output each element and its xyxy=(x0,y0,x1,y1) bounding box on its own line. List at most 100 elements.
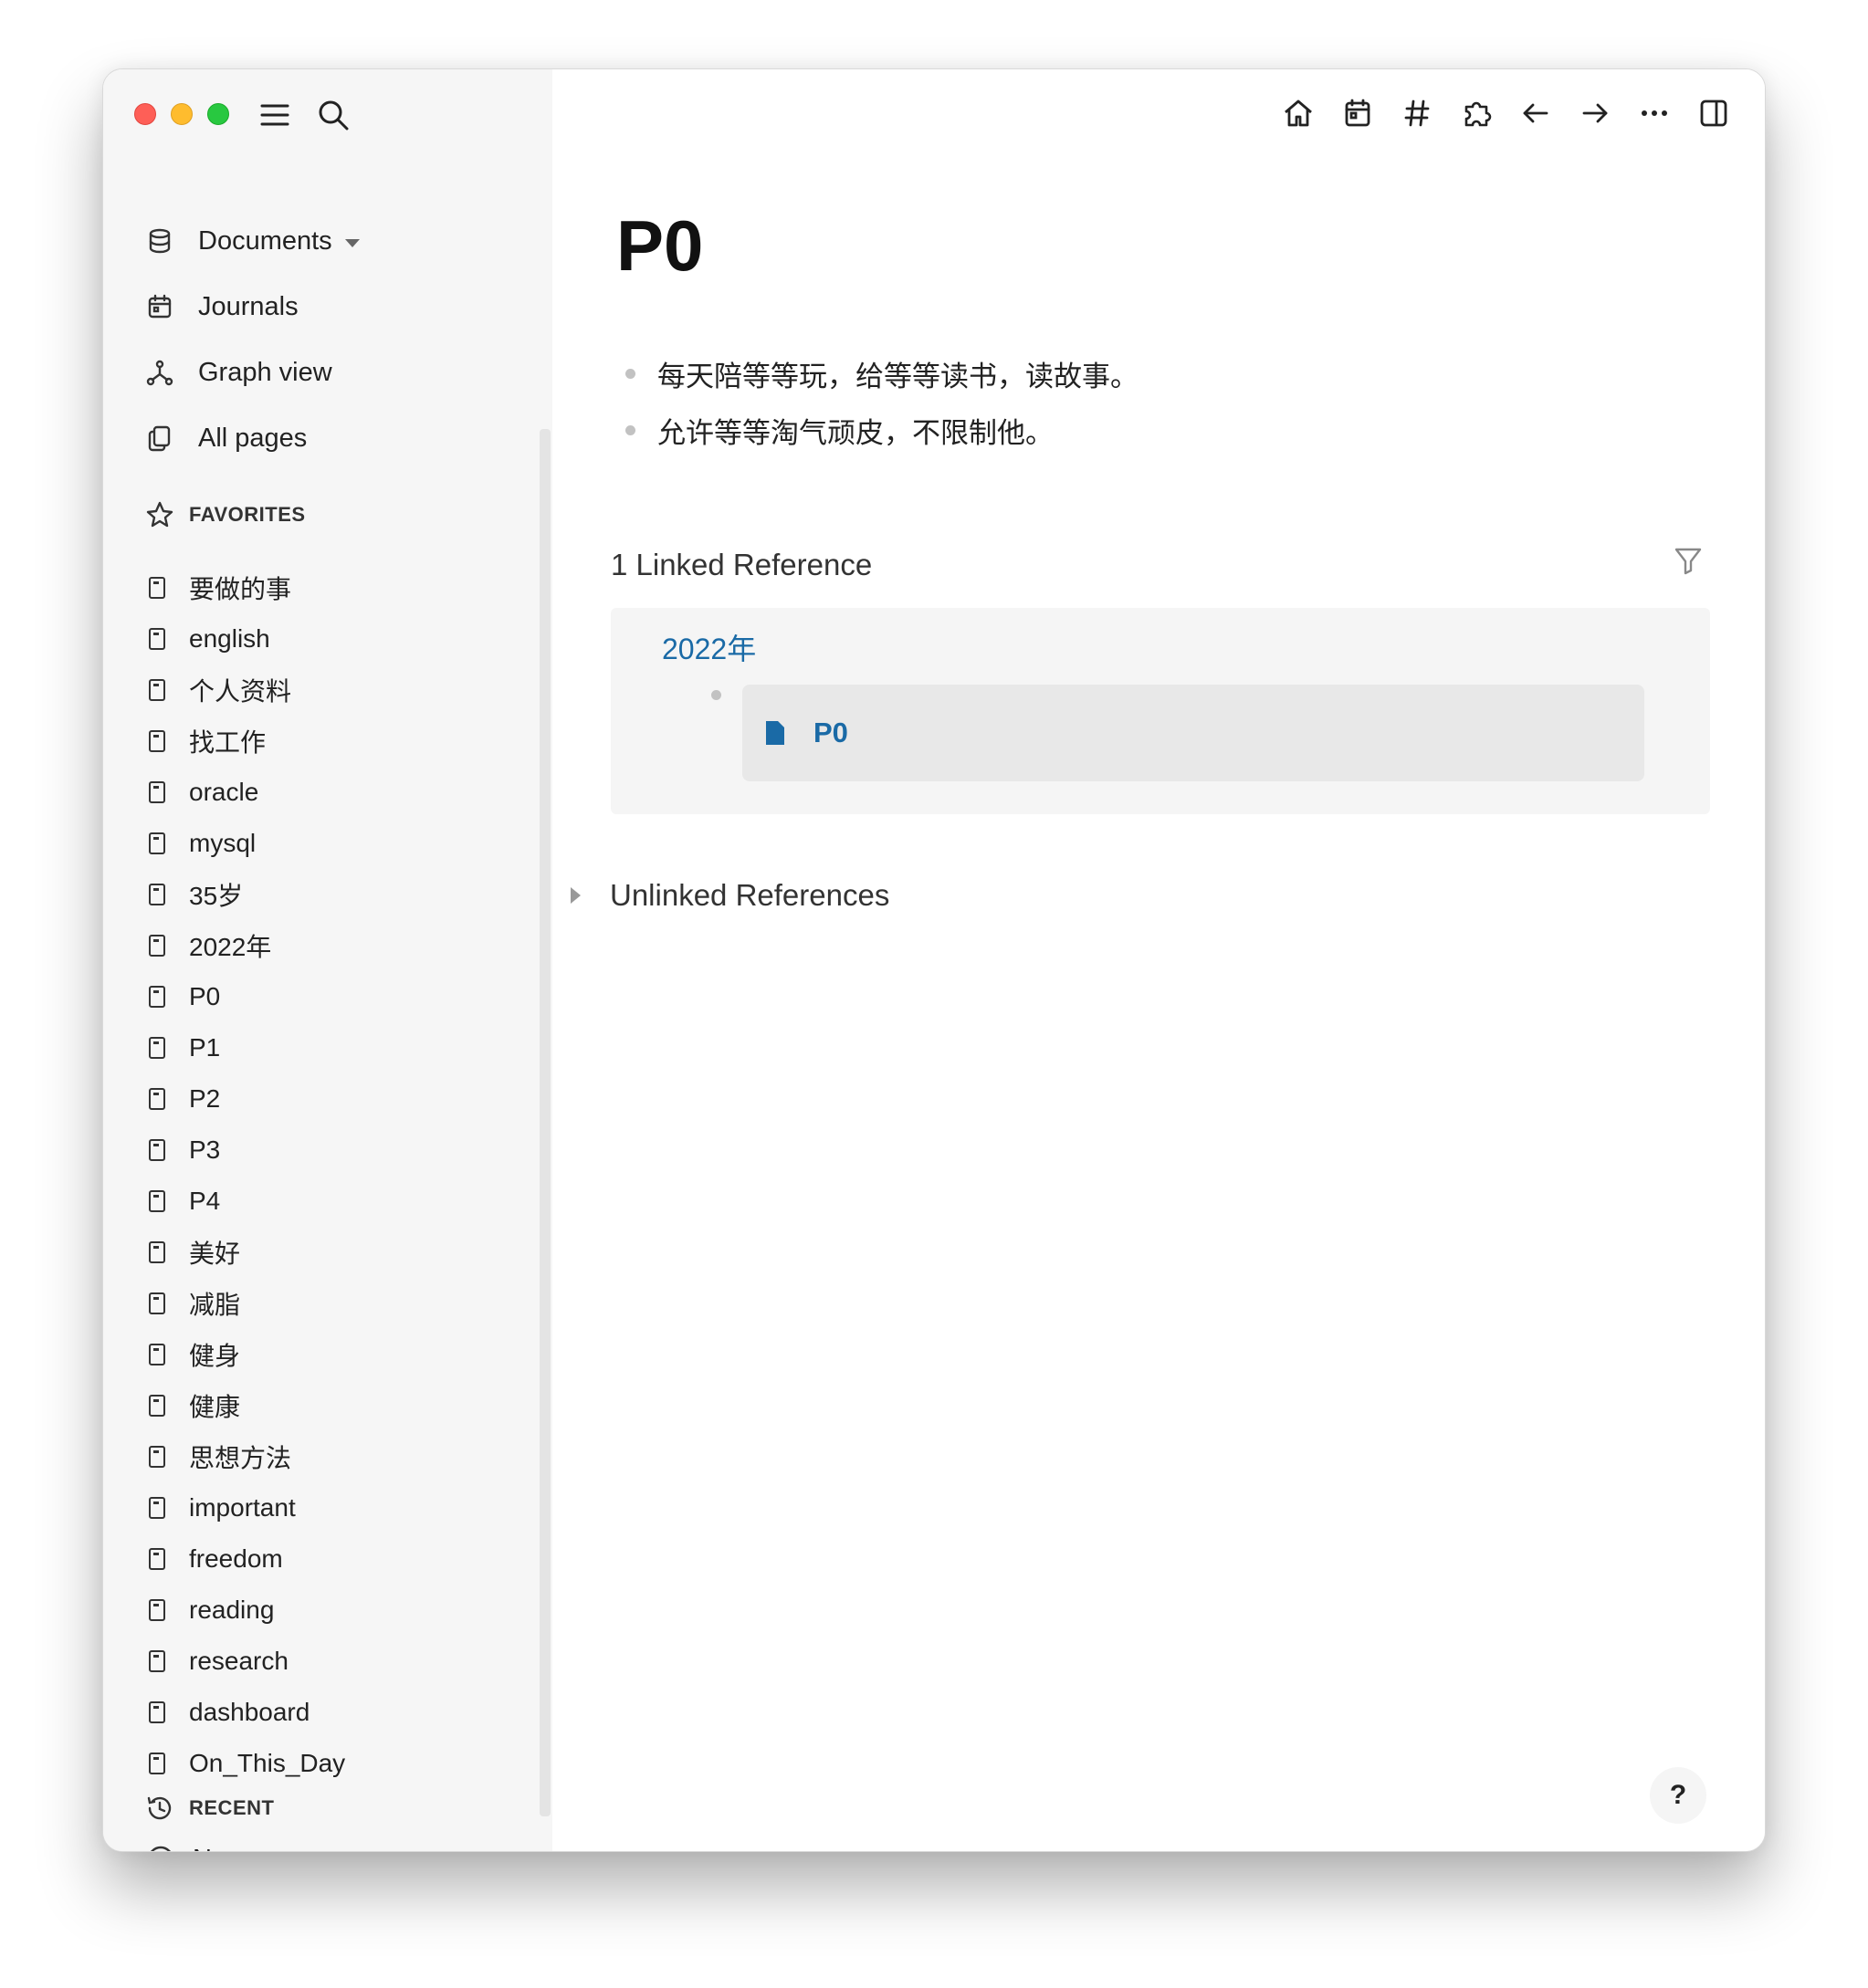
favorites-list: 要做的事 english 个人资料 找工作 oracle mysql 35岁 2… xyxy=(149,562,532,1789)
page-icon xyxy=(149,577,165,599)
favorite-label: P4 xyxy=(189,1187,221,1215)
new-page-button[interactable]: New page xyxy=(145,1836,312,1852)
favorite-label: dashboard xyxy=(189,1698,310,1726)
page-icon xyxy=(149,1599,165,1621)
favorite-item[interactable]: oracle xyxy=(149,767,532,818)
page-icon xyxy=(149,1548,165,1570)
reference-page-link[interactable]: 2022年 xyxy=(662,626,756,668)
block[interactable]: 允许等等淘气顽皮，不限制他。 xyxy=(616,402,1139,458)
favorite-item[interactable]: P1 xyxy=(149,1022,532,1073)
window-close-button[interactable] xyxy=(134,103,156,125)
favorite-item[interactable]: 减脂 xyxy=(149,1278,532,1329)
favorite-item[interactable]: 找工作 xyxy=(149,716,532,767)
favorite-item[interactable]: freedom xyxy=(149,1533,532,1585)
recent-header[interactable]: RECENT xyxy=(145,1790,274,1826)
favorite-item[interactable]: research xyxy=(149,1636,532,1687)
top-toolbar xyxy=(1259,93,1734,133)
favorite-label: P1 xyxy=(189,1033,221,1062)
reference-block[interactable]: P0 xyxy=(742,685,1644,781)
favorite-label: 减脂 xyxy=(189,1291,241,1319)
filter-icon[interactable] xyxy=(1672,544,1705,577)
home-icon[interactable] xyxy=(1278,93,1318,133)
nav-label: Graph view xyxy=(198,357,332,387)
page-icon xyxy=(149,1088,165,1110)
page-icon xyxy=(149,1292,165,1314)
favorite-label: research xyxy=(189,1647,289,1675)
favorite-item[interactable]: P2 xyxy=(149,1073,532,1125)
page-title[interactable]: P0 xyxy=(616,204,703,288)
favorite-item[interactable]: 个人资料 xyxy=(149,664,532,716)
favorite-item[interactable]: P4 xyxy=(149,1176,532,1227)
favorite-label: 思想方法 xyxy=(189,1444,292,1472)
page-icon xyxy=(149,781,165,803)
favorite-label: P3 xyxy=(189,1135,221,1164)
block-bullet[interactable] xyxy=(625,424,635,435)
favorite-label: important xyxy=(189,1493,296,1522)
page-icon xyxy=(149,1241,165,1263)
favorite-item[interactable]: 健身 xyxy=(149,1329,532,1380)
nav-all-pages[interactable]: All pages xyxy=(143,414,307,462)
linked-references-title[interactable]: 1 Linked Reference xyxy=(611,548,872,582)
help-button[interactable]: ? xyxy=(1650,1767,1706,1824)
favorite-item[interactable]: 要做的事 xyxy=(149,562,532,613)
favorite-item[interactable]: english xyxy=(149,613,532,664)
star-icon xyxy=(145,499,176,530)
puzzle-icon[interactable] xyxy=(1456,93,1496,133)
arrow-left-icon[interactable] xyxy=(1516,93,1556,133)
nav-graph-view[interactable]: Graph view xyxy=(143,349,332,396)
history-icon xyxy=(145,1793,176,1824)
reference-link[interactable]: P0 xyxy=(813,717,848,749)
favorite-item[interactable]: 2022年 xyxy=(149,920,532,971)
favorite-item[interactable]: mysql xyxy=(149,818,532,869)
new-page-label: New page xyxy=(193,1845,312,1852)
nav-label: Documents xyxy=(198,225,332,256)
favorite-item[interactable]: 35岁 xyxy=(149,869,532,920)
favorite-item[interactable]: important xyxy=(149,1482,532,1533)
right-sidebar-toggle-icon[interactable] xyxy=(1694,93,1734,133)
block-bullet[interactable] xyxy=(711,690,721,700)
favorite-item[interactable]: P0 xyxy=(149,971,532,1022)
plus-circle-icon xyxy=(145,1844,176,1851)
calendar-icon[interactable] xyxy=(1338,93,1378,133)
nav-journals[interactable]: Journals xyxy=(143,283,299,330)
linked-reference-panel: 2022年 P0 xyxy=(611,608,1710,814)
page-icon xyxy=(149,1190,165,1212)
favorite-label: 35岁 xyxy=(189,882,244,910)
page-icon xyxy=(149,1395,165,1417)
favorite-item[interactable]: reading xyxy=(149,1585,532,1636)
search-icon[interactable] xyxy=(315,97,352,133)
unlinked-references-toggle[interactable]: Unlinked References xyxy=(571,878,889,913)
favorites-header[interactable]: FAVORITES xyxy=(145,497,306,533)
favorite-label: P2 xyxy=(189,1084,221,1113)
window-maximize-button[interactable] xyxy=(207,103,229,125)
block-content[interactable]: 允许等等淘气顽皮，不限制他。 xyxy=(657,410,1054,451)
page-icon xyxy=(149,679,165,701)
nav-documents[interactable]: Documents xyxy=(143,217,360,265)
favorite-label: reading xyxy=(189,1596,275,1624)
favorite-item[interactable]: dashboard xyxy=(149,1687,532,1738)
block[interactable]: 每天陪等等玩，给等等读书，读故事。 xyxy=(616,345,1139,402)
left-sidebar: Documents Journals Graph view All pages … xyxy=(103,69,552,1851)
page-icon xyxy=(149,1497,165,1519)
calendar-icon xyxy=(143,290,176,323)
graph-icon xyxy=(143,356,176,389)
favorite-item[interactable]: 思想方法 xyxy=(149,1431,532,1482)
block-bullet[interactable] xyxy=(625,368,635,379)
arrow-right-icon[interactable] xyxy=(1575,93,1615,133)
block-content[interactable]: 每天陪等等玩，给等等读书，读故事。 xyxy=(657,353,1139,394)
favorite-label: mysql xyxy=(189,829,257,857)
more-icon[interactable] xyxy=(1634,93,1674,133)
favorite-item[interactable]: On_This_Day xyxy=(149,1738,532,1789)
menu-icon[interactable] xyxy=(257,97,293,133)
main-content: P0 每天陪等等玩，给等等读书，读故事。 允许等等淘气顽皮，不限制他。 1 Li… xyxy=(552,69,1765,1851)
app-window: Documents Journals Graph view All pages … xyxy=(102,68,1766,1852)
favorite-label: freedom xyxy=(189,1544,283,1573)
favorite-item[interactable]: P3 xyxy=(149,1125,532,1176)
favorite-item[interactable]: 健康 xyxy=(149,1380,532,1431)
favorite-label: 健身 xyxy=(189,1342,241,1370)
hashtag-icon[interactable] xyxy=(1397,93,1437,133)
favorite-item[interactable]: 美好 xyxy=(149,1227,532,1278)
chevron-down-icon[interactable] xyxy=(344,238,360,247)
sidebar-scrollbar[interactable] xyxy=(540,429,551,1816)
window-minimize-button[interactable] xyxy=(171,103,193,125)
